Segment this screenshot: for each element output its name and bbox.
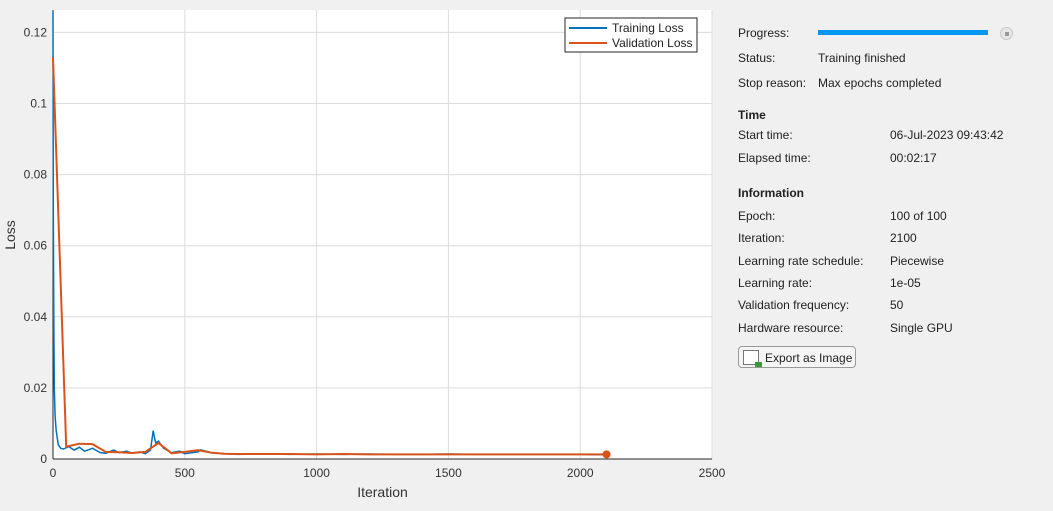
progress-label: Progress: bbox=[738, 26, 790, 40]
info-label: Epoch: bbox=[738, 209, 776, 223]
x-tick-label: 1000 bbox=[303, 466, 330, 480]
info-label: Validation frequency: bbox=[738, 298, 850, 313]
legend-entry: Training Loss bbox=[612, 21, 684, 35]
progress-bar bbox=[818, 30, 988, 35]
x-axis-label: Iteration bbox=[357, 484, 408, 500]
info-value: Single GPU bbox=[890, 320, 953, 335]
plot-area bbox=[53, 10, 712, 459]
status-label: Status: bbox=[738, 51, 776, 65]
legend-entry: Validation Loss bbox=[612, 36, 693, 50]
x-tick-label: 0 bbox=[50, 466, 57, 480]
y-tick-label: 0 bbox=[40, 452, 47, 466]
info-value: 100 of 100 bbox=[890, 209, 947, 223]
elapsed-time-value: 00:02:17 bbox=[890, 151, 937, 165]
export-image-icon bbox=[743, 350, 762, 367]
y-tick-label: 0.1 bbox=[30, 96, 47, 110]
start-time-value: 06-Jul-2023 09:43:42 bbox=[890, 128, 1004, 142]
y-tick-label: 0.04 bbox=[24, 310, 48, 324]
export-as-image-button[interactable]: Export as Image bbox=[738, 346, 856, 368]
x-tick-label: 2500 bbox=[699, 466, 725, 480]
y-tick-label: 0.06 bbox=[24, 239, 48, 253]
x-tick-label: 500 bbox=[175, 466, 195, 480]
info-value: 2100 bbox=[890, 231, 917, 246]
elapsed-time-label: Elapsed time: bbox=[738, 151, 811, 165]
stop-reason-label: Stop reason: bbox=[738, 76, 807, 90]
x-tick-label: 2000 bbox=[567, 466, 594, 480]
time-header: Time bbox=[738, 108, 766, 122]
loss-chart: 0 500 1000 1500 2000 2500 0 0.02 0.04 0.06 0.08 0.1… bbox=[2, 10, 725, 500]
info-label: Learning rate schedule: bbox=[738, 253, 864, 268]
info-value: Piecewise bbox=[890, 253, 945, 268]
y-tick-label: 0.08 bbox=[24, 168, 48, 182]
export-label: Export as Image bbox=[765, 351, 853, 365]
stop-button[interactable] bbox=[1000, 27, 1013, 40]
information-header: Information bbox=[738, 186, 804, 200]
y-axis-label: Loss bbox=[2, 220, 18, 250]
start-time-label: Start time: bbox=[738, 128, 793, 142]
final-validation-marker bbox=[602, 450, 611, 459]
info-label: Learning rate: bbox=[738, 275, 813, 290]
stop-reason-value: Max epochs completed bbox=[818, 76, 942, 90]
x-tick-label: 1500 bbox=[435, 466, 462, 480]
y-tick-label: 0.12 bbox=[24, 25, 48, 39]
status-value: Training finished bbox=[818, 51, 906, 65]
y-tick-label: 0.02 bbox=[24, 381, 48, 395]
info-value: 1e-05 bbox=[890, 275, 921, 290]
info-value: 50 bbox=[890, 298, 904, 313]
info-label: Hardware resource: bbox=[738, 320, 844, 335]
info-label: Iteration: bbox=[738, 231, 785, 246]
